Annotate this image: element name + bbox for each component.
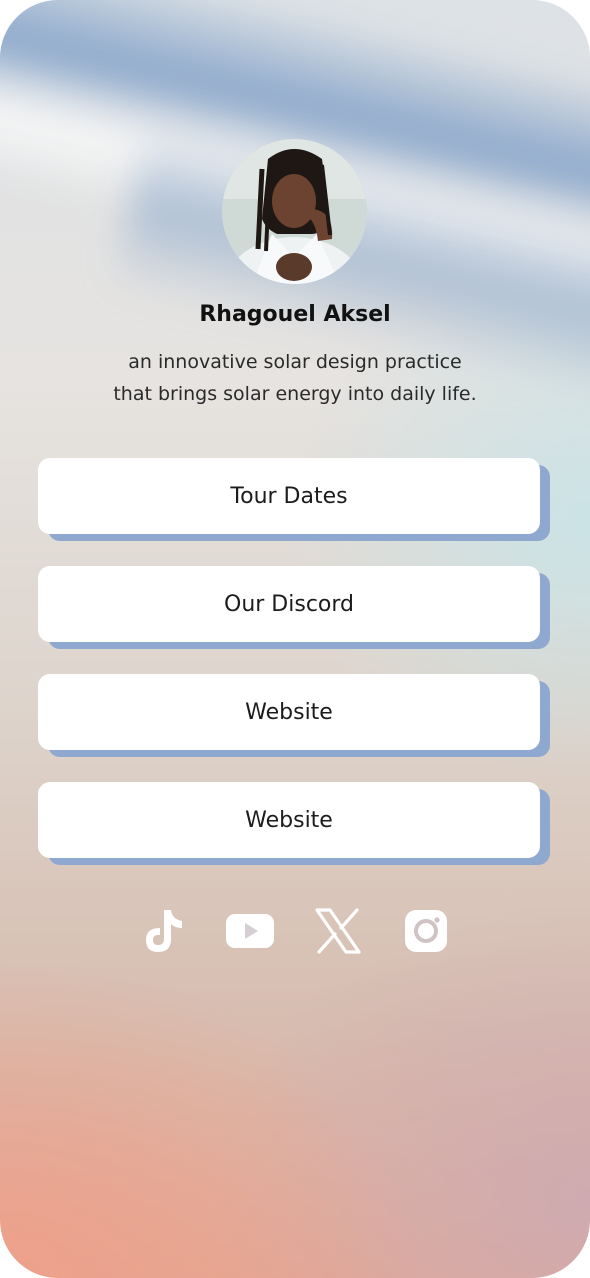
tour-dates-button[interactable]: Tour Dates [38, 458, 540, 534]
instagram-icon[interactable] [400, 905, 452, 957]
youtube-icon[interactable] [224, 905, 276, 957]
profile-name: Rhagouel Aksel [199, 302, 391, 327]
discord-button[interactable]: Our Discord [38, 566, 540, 642]
profile-bio: an innovative solar design practice that… [60, 346, 530, 410]
website-button-2[interactable]: Website [38, 782, 540, 858]
bio-line: that brings solar energy into daily life… [113, 383, 477, 405]
website-button[interactable]: Website [38, 674, 540, 750]
avatar [222, 139, 367, 284]
tiktok-icon[interactable] [136, 905, 188, 957]
bio-line: an innovative solar design practice [128, 351, 462, 373]
profile-page: Rhagouel Aksel an innovative solar desig… [0, 0, 590, 1278]
x-icon[interactable] [312, 905, 364, 957]
avatar-photo [222, 139, 367, 284]
social-links [0, 905, 590, 957]
